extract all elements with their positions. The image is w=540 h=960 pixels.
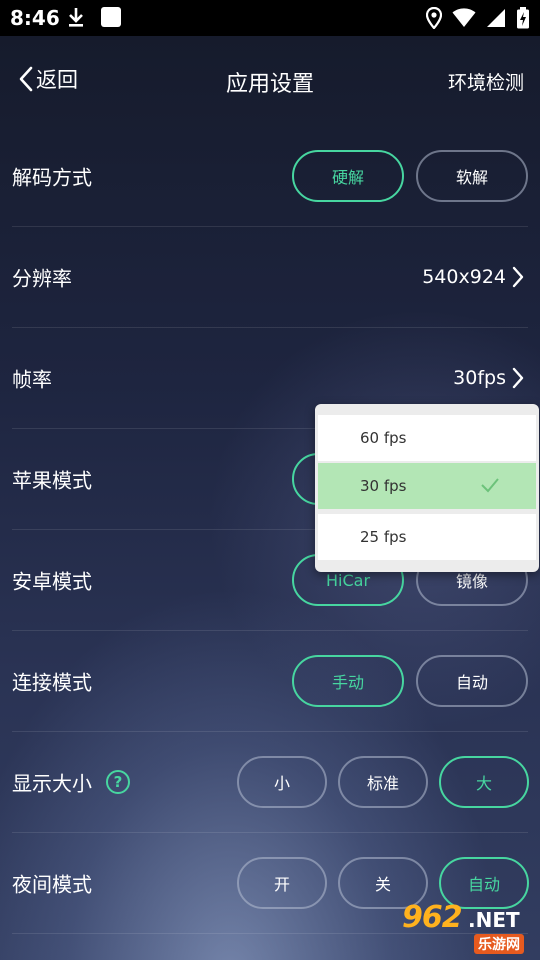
fps-option-label: 30 fps: [360, 477, 407, 495]
framerate-label: 帧率: [12, 367, 52, 392]
display-size-row: 显示大小 ? 小 标准 大: [12, 732, 529, 833]
display-size-label: 显示大小: [12, 771, 92, 796]
night-mode-label: 夜间模式: [12, 872, 92, 897]
fps-option-25[interactable]: 25 fps: [318, 514, 536, 560]
chevron-right-icon: [512, 266, 524, 288]
resolution-value[interactable]: 540x924: [422, 266, 524, 288]
framerate-value[interactable]: 30fps: [453, 367, 524, 389]
decode-software-button[interactable]: 软解: [416, 150, 528, 202]
fps-option-60[interactable]: 60 fps: [318, 415, 536, 461]
connect-auto-button[interactable]: 自动: [416, 655, 528, 707]
resolution-label: 分辨率: [12, 266, 72, 291]
fps-option-30[interactable]: 30 fps: [318, 463, 536, 509]
watermark-net: .NET: [468, 908, 520, 932]
night-on-button[interactable]: 开: [237, 857, 327, 909]
help-icon[interactable]: ?: [106, 770, 130, 794]
display-small-button[interactable]: 小: [237, 756, 327, 808]
cellular-signal-icon: [487, 9, 505, 27]
checkmark-icon: [481, 478, 499, 493]
wifi-icon: [452, 8, 476, 27]
status-right-icons: [426, 7, 530, 29]
chevron-right-icon: [512, 367, 524, 389]
navigation-bar: 返回 应用设置 环境检测: [0, 36, 540, 126]
site-watermark-logo: 962 .NET 乐游网: [402, 900, 534, 956]
status-bar: 8:46: [0, 0, 540, 36]
decode-mode-label: 解码方式: [12, 165, 92, 190]
watermark-number: 962: [402, 900, 463, 935]
framerate-dropdown: 60 fps 30 fps 25 fps: [315, 404, 539, 572]
battery-charging-icon: [517, 7, 529, 29]
location-icon: [426, 7, 442, 29]
framerate-value-text: 30fps: [453, 367, 506, 389]
status-left-icons: [66, 6, 122, 28]
fps-option-label: 60 fps: [360, 429, 407, 447]
display-large-button[interactable]: 大: [439, 756, 529, 808]
decode-mode-row: 解码方式 硬解 软解: [12, 126, 528, 227]
download-icon: [69, 8, 83, 27]
connect-mode-row: 连接模式 手动 自动: [12, 631, 528, 732]
resolution-row[interactable]: 分辨率 540x924: [12, 227, 528, 328]
connect-manual-button[interactable]: 手动: [292, 655, 404, 707]
decode-hardware-button[interactable]: 硬解: [292, 150, 404, 202]
android-mode-label: 安卓模式: [12, 569, 92, 594]
apple-mode-label: 苹果模式: [12, 468, 92, 493]
fps-option-label: 25 fps: [360, 528, 407, 546]
connect-mode-label: 连接模式: [12, 670, 92, 695]
app-notification-icon: [101, 7, 121, 27]
watermark-subtitle: 乐游网: [474, 934, 524, 954]
resolution-value-text: 540x924: [422, 266, 506, 288]
display-standard-button[interactable]: 标准: [338, 756, 428, 808]
env-check-button[interactable]: 环境检测: [448, 68, 524, 95]
status-time: 8:46: [10, 6, 60, 30]
